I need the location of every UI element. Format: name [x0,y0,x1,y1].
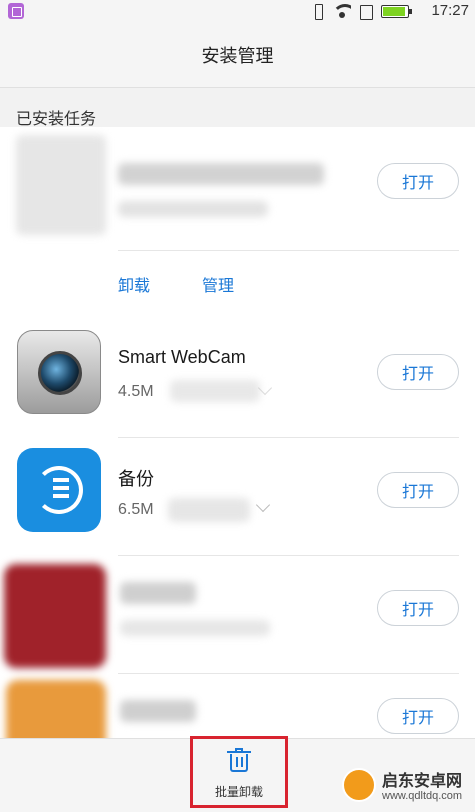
open-button[interactable]: 打开 [377,590,459,626]
backup-app-icon [17,448,101,532]
notification-app-icon [8,3,24,19]
webcam-app-icon [17,330,101,414]
page-title: 安装管理 [201,45,274,67]
app-version [168,498,250,522]
app-name [120,582,196,604]
app-actions: 卸载 管理 [0,252,475,320]
batch-uninstall-button[interactable]: 批量卸载 [190,736,288,808]
wifi-icon [333,4,351,18]
row-divider [118,250,459,251]
section-title: 已安装任务 [16,109,97,128]
section-header: 已安装任务 [0,89,475,128]
app-row[interactable]: 打开 [0,674,475,738]
app-icon [16,135,106,235]
vibrate-icon [311,4,325,20]
app-row[interactable]: 打开 [0,556,475,674]
uninstall-link[interactable]: 卸载 [118,272,150,296]
trash-icon [227,748,251,773]
status-icons [311,3,412,20]
app-row[interactable]: 备份 6.5M 打开 [0,438,475,556]
app-size: 6.5M [118,501,154,518]
watermark-name: 启东安卓网 [382,771,463,790]
open-button[interactable]: 打开 [377,698,459,734]
sim-signal-icon [359,4,373,20]
open-button[interactable]: 打开 [377,354,459,390]
app-name [118,163,324,185]
app-size: 4.5M [118,383,154,400]
app-row[interactable]: 打开 [0,127,475,251]
app-size [120,620,270,636]
camera-lens-icon [38,351,82,395]
app-icon [4,564,106,668]
app-version [170,380,260,402]
open-button[interactable]: 打开 [377,163,459,199]
app-name: Smart WebCam [118,347,246,367]
chevron-down-icon[interactable] [257,380,273,396]
open-button[interactable]: 打开 [377,472,459,508]
watermark: 启东安卓网 www.qdltdq.com [340,760,472,808]
app-name: 备份 [118,469,154,489]
status-time: 17:27 [431,2,469,19]
app-name [120,700,196,722]
list-lines-icon [53,478,69,502]
chevron-down-icon[interactable] [255,497,271,513]
app-row[interactable]: Smart WebCam 4.5M 打开 [0,320,475,438]
manage-link[interactable]: 管理 [202,272,234,296]
batch-uninstall-label: 批量卸载 [214,785,263,799]
app-size [118,201,268,217]
battery-icon [381,4,412,18]
watermark-url: www.qdltdq.com [382,790,463,802]
status-bar: 17:27 [0,0,475,22]
watermark-logo-icon [342,768,376,802]
installed-app-list: 打开 卸载 管理 Smart WebCam 4.5M 打开 备份 6.5M 打开 [0,127,475,738]
app-icon [6,680,106,738]
title-bar: 安装管理 [0,22,475,88]
